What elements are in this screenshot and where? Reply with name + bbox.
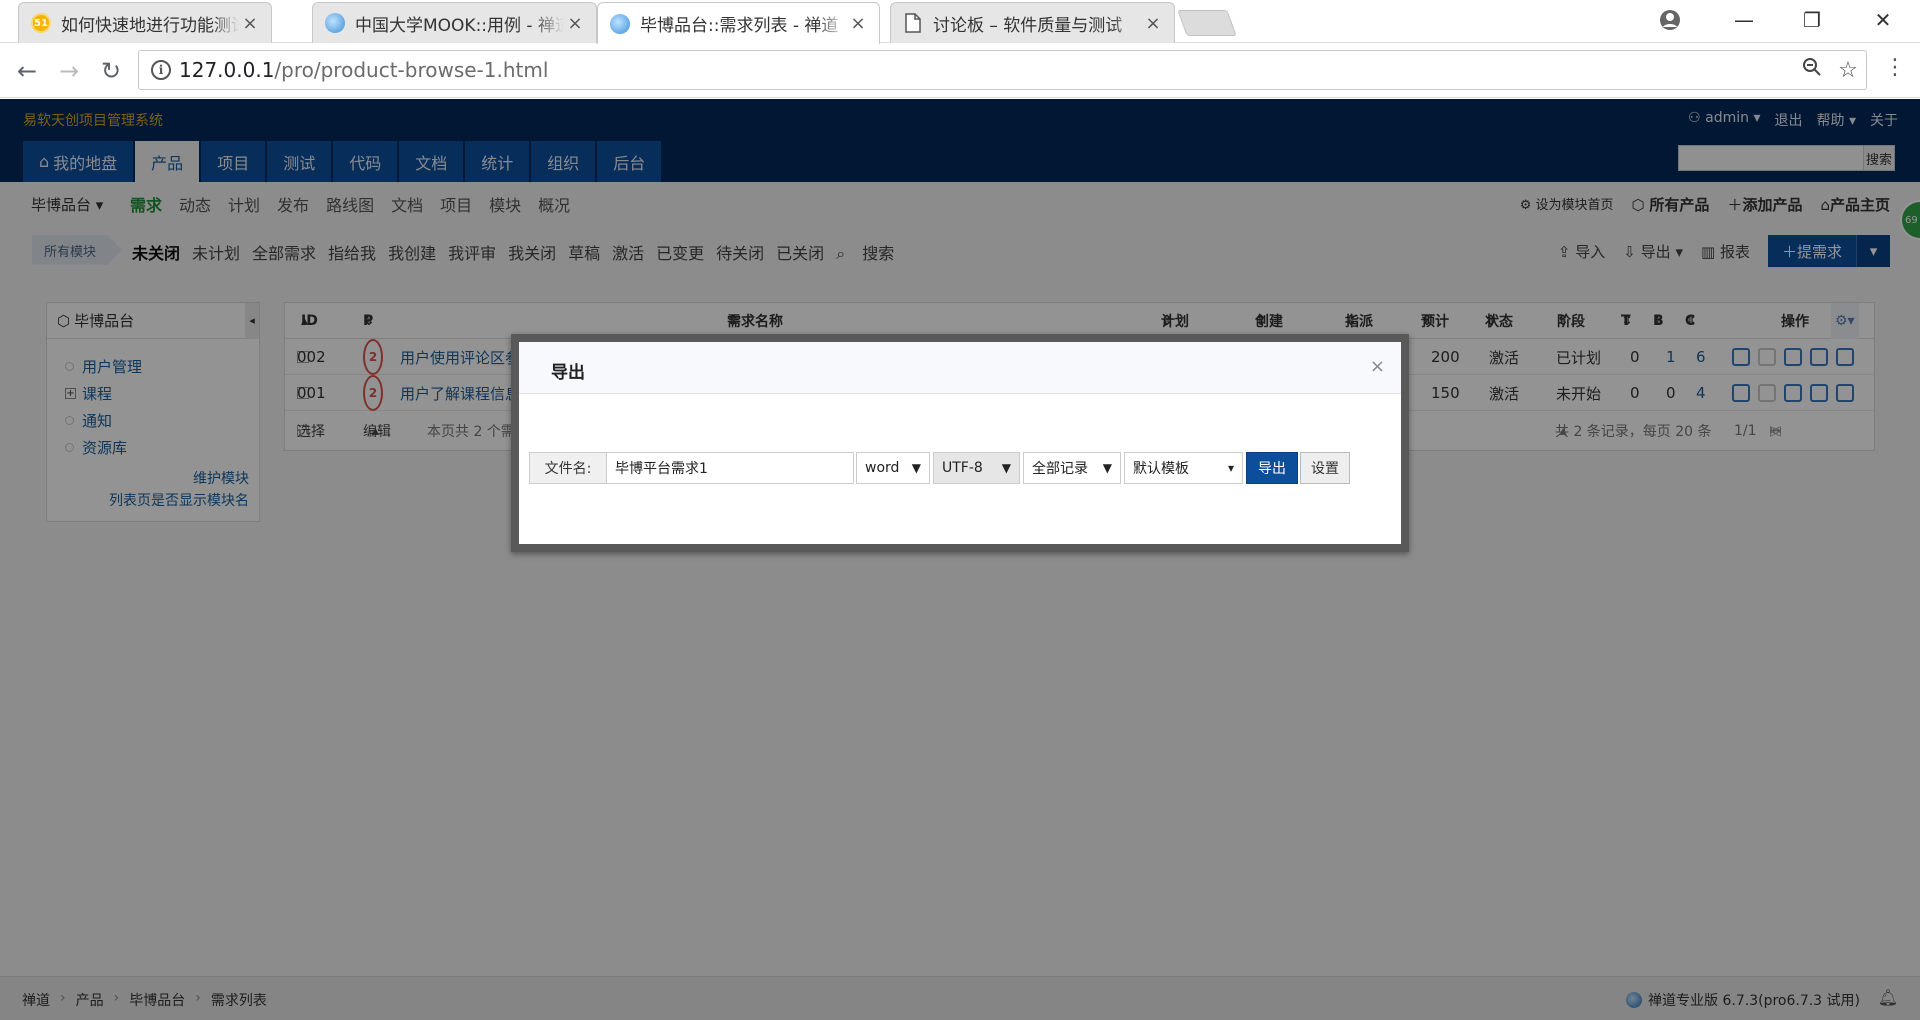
close-window-icon[interactable]: ✕ [1853,4,1913,36]
encoding-select[interactable]: UTF-8 ▼ [933,452,1020,484]
browser-tab-active[interactable]: 毕博品台::需求列表 - 禅道 × [597,2,880,44]
browser-tab-4[interactable]: 讨论板 – 软件质量与测试 × [890,2,1175,43]
bookmark-star-icon[interactable]: ☆ [1830,58,1866,83]
browser-tab-strip: 51 如何快速地进行功能测试 × 中国大学MOOK::用例 - 禅道 × 毕博品… [0,0,1920,44]
dropdown-arrow-icon: ▼ [1001,461,1011,475]
file-format-select[interactable]: word ▼ [856,452,930,484]
zentao-globe-icon [610,13,630,34]
back-icon[interactable]: ← [12,56,42,86]
restore-icon[interactable]: ❐ [1782,4,1842,36]
tab-close-icon[interactable]: × [239,13,261,34]
template-select[interactable]: 默认模板 ▾ [1124,452,1243,484]
zentao-app: 易软天创项目管理系统 ⚇ admin ▾ 退出 帮助 ▾ 关于 ⌂ 我的地盘 产品… [0,99,1920,1020]
export-form: 文件名: 毕博平台需求1 word ▼ UTF-8 ▼ 全部记录 ▼ 默认模板 ▾ 导出… [529,452,1350,484]
site-51-icon: 51 [31,13,51,33]
new-tab-button[interactable] [1177,10,1237,36]
browser-tab-1[interactable]: 51 如何快速地进行功能测试 × [18,2,272,43]
filename-input[interactable]: 毕博平台需求1 [607,452,854,484]
tab-title: 毕博品台::需求列表 - 禅道 [640,16,839,36]
zentao-globe-icon [325,13,345,33]
browser-tab-2[interactable]: 中国大学MOOK::用例 - 禅道 × [312,2,597,43]
forward-icon[interactable]: → [54,56,84,86]
browser-menu-icon[interactable]: ⋮ [1884,57,1906,79]
export-range-select[interactable]: 全部记录 ▼ [1023,452,1121,484]
tab-close-icon[interactable]: × [847,13,869,34]
profile-icon[interactable] [1640,4,1700,36]
address-bar[interactable]: i 127.0.0.1/pro/product-browse-1.html ☆ [138,50,1867,90]
info-icon[interactable]: i [151,60,171,80]
template-settings-button[interactable]: 设置 [1300,452,1350,484]
zoom-icon[interactable] [1794,57,1830,83]
filename-label: 文件名: [529,452,607,484]
tab-title: 讨论板 – 软件质量与测试 [933,15,1123,36]
dropdown-arrow-icon: ▼ [911,461,921,475]
tab-title: 如何快速地进行功能测试 [61,15,239,36]
tab-title: 中国大学MOOK::用例 - 禅道 [355,15,564,36]
dialog-header: 导出 × [519,342,1401,394]
tab-close-icon[interactable]: × [564,13,586,34]
modal-backdrop [0,99,1920,1020]
url-text[interactable]: 127.0.0.1/pro/product-browse-1.html [179,58,1794,82]
dialog-title: 导出 [551,363,585,383]
export-dialog-body: 导出 × 文件名: 毕博平台需求1 word ▼ UTF-8 ▼ 全部记录 ▼ 默认模… [519,342,1401,544]
reload-icon[interactable]: ↻ [96,56,126,86]
minimize-icon[interactable]: — [1714,4,1774,36]
dropdown-arrow-icon: ▼ [1102,461,1112,475]
browser-toolbar: ← → ↻ i 127.0.0.1/pro/product-browse-1.h… [0,43,1920,98]
document-icon [903,13,923,33]
dropdown-arrow-icon: ▾ [1227,461,1234,475]
close-icon[interactable]: × [1370,356,1385,377]
export-submit-button[interactable]: 导出 [1246,452,1298,484]
tab-close-icon[interactable]: × [1142,13,1164,34]
export-dialog: 导出 × 文件名: 毕博平台需求1 word ▼ UTF-8 ▼ 全部记录 ▼ 默认模… [511,334,1409,552]
